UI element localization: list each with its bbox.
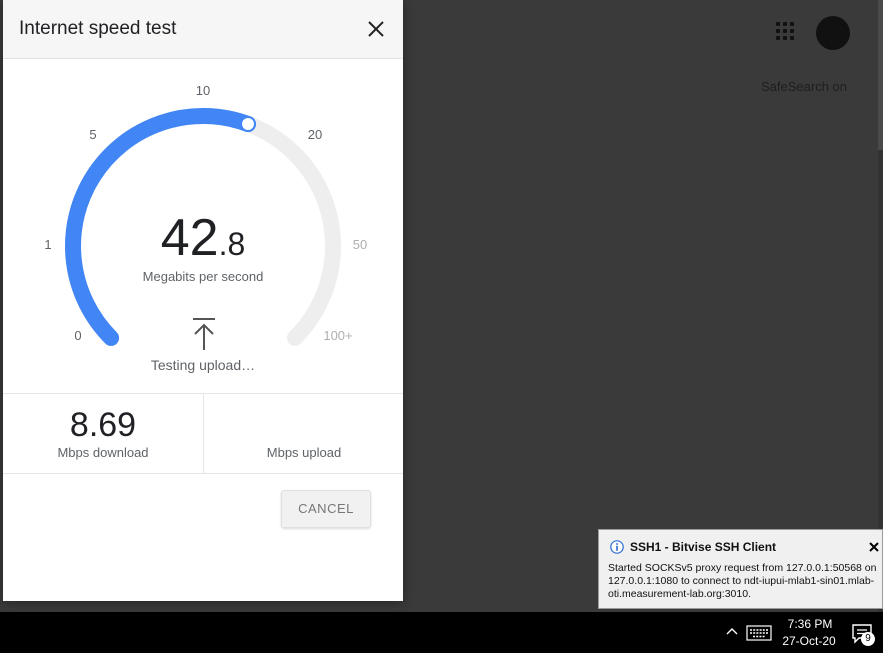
notification-count-badge: 9: [861, 632, 875, 646]
gauge-tick-10: 10: [196, 83, 210, 98]
download-label: Mbps download: [57, 445, 149, 460]
test-status: Testing upload…: [150, 357, 256, 373]
upload-label: Mbps upload: [266, 445, 342, 460]
gauge-knob: [240, 116, 256, 133]
taskbar: 7:36 PM 27-Oct-20 9: [0, 612, 883, 653]
results-panel: 8.69 Mbps download Mbps upload: [3, 393, 403, 474]
gauge-tick-20: 20: [308, 127, 322, 142]
clock-time[interactable]: 7:36 PM: [782, 617, 838, 631]
chevron-up-icon[interactable]: [724, 624, 740, 638]
download-value: 8.69: [69, 406, 137, 444]
account-avatar[interactable]: [816, 16, 850, 50]
speed-test-dialog: Internet speed test 0 1 5 10 20 50 100+ …: [3, 0, 403, 601]
speed-integer: 42: [160, 209, 219, 267]
gauge-tick-0: 0: [74, 328, 81, 343]
cancel-button[interactable]: CANCEL: [281, 490, 371, 528]
toast-message: Started SOCKSv5 proxy request from 127.0…: [608, 562, 877, 600]
speed-decimal: .8: [218, 226, 246, 262]
upload-result: Mbps upload: [203, 394, 404, 473]
clock-date[interactable]: 27-Oct-20: [778, 634, 840, 648]
scrollbar-thumb[interactable]: [878, 0, 883, 150]
info-icon: [610, 540, 624, 554]
download-result: 8.69 Mbps download: [3, 394, 203, 473]
gauge-tick-100: 100+: [323, 328, 352, 343]
upload-arrow-icon: [193, 318, 215, 350]
apps-grid-icon[interactable]: [776, 22, 794, 40]
speed-unit: Megabits per second: [142, 269, 264, 284]
safesearch-label[interactable]: SafeSearch on: [761, 79, 847, 94]
gauge-tick-5: 5: [89, 127, 96, 142]
page-scrollbar[interactable]: [878, 0, 883, 612]
current-speed: 42.8: [3, 208, 403, 268]
close-icon[interactable]: [868, 541, 880, 553]
keyboard-icon[interactable]: [746, 624, 772, 642]
notification-toast[interactable]: SSH1 - Bitvise SSH Client Started SOCKSv…: [598, 529, 883, 609]
toast-title: SSH1 - Bitvise SSH Client: [630, 540, 777, 554]
